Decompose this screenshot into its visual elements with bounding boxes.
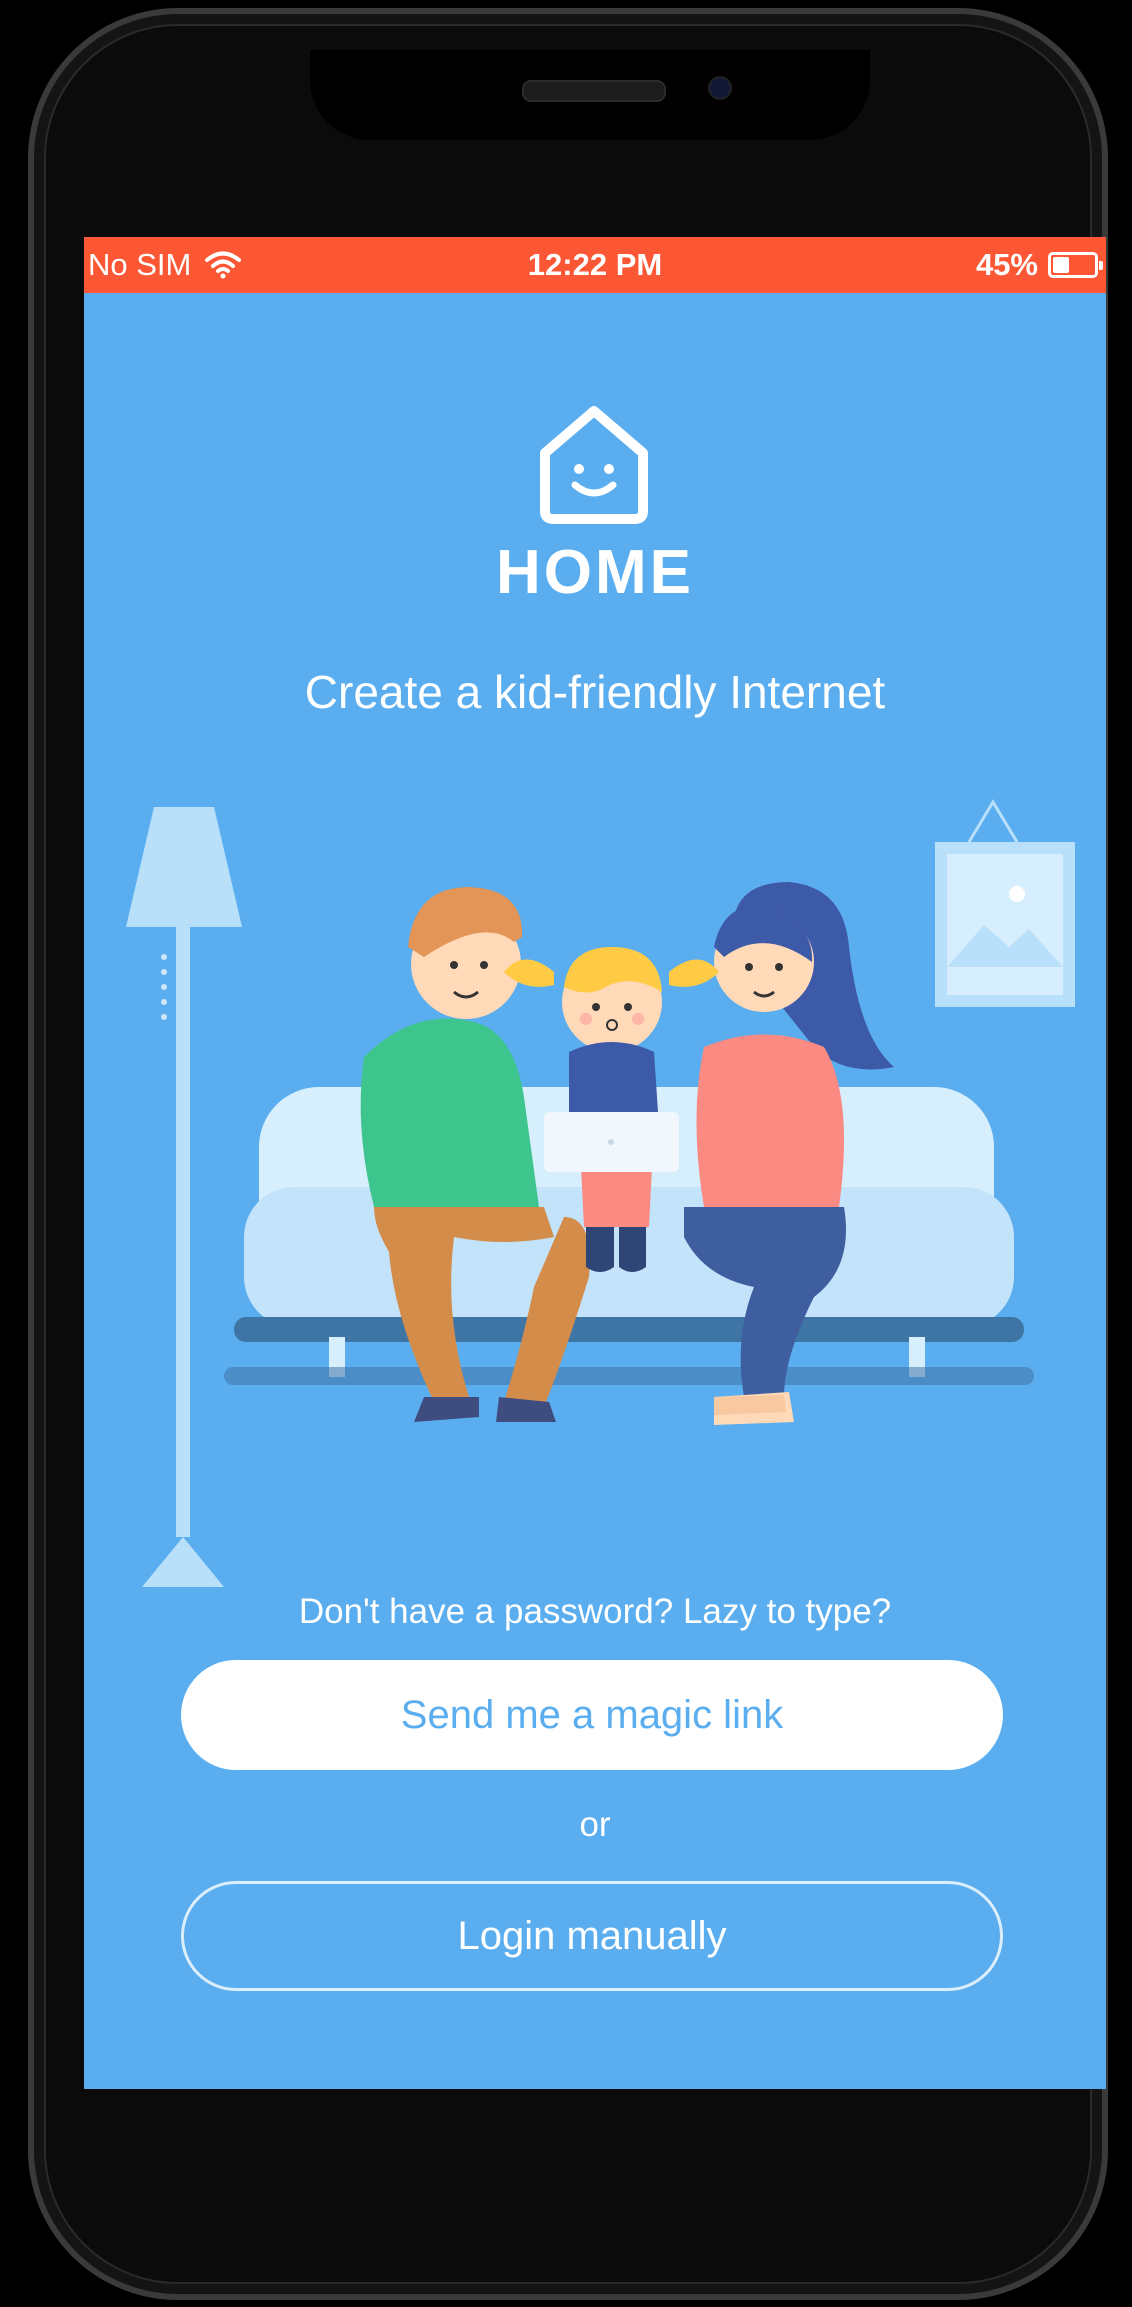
send-magic-link-button[interactable]: Send me a magic link — [181, 1660, 1003, 1770]
picture-frame-illustration — [935, 799, 1075, 1007]
house-smile-icon — [540, 406, 648, 524]
status-bar: No SIM 12:22 PM 45% — [84, 237, 1106, 293]
status-right: 45% — [975, 247, 1103, 283]
login-manually-button[interactable]: Login manually — [181, 1881, 1003, 1991]
tagline: Create a kid-friendly Internet — [304, 666, 886, 718]
battery-percent: 45% — [975, 247, 1038, 282]
battery-level-fill — [1053, 257, 1069, 273]
status-time: 12:22 PM — [527, 247, 663, 282]
auth-prompt: Don't have a password? Lazy to type? — [298, 1592, 892, 1631]
floor-lamp-illustration — [126, 807, 242, 1587]
speaker-grille — [522, 80, 666, 102]
front-camera — [708, 76, 732, 100]
brand-name: HOME — [496, 538, 694, 607]
app-screen: No SIM 12:22 PM 45% HOME Create a kid-fr… — [84, 237, 1106, 2089]
or-divider: or — [579, 1805, 611, 1844]
battery-icon — [1048, 252, 1103, 278]
